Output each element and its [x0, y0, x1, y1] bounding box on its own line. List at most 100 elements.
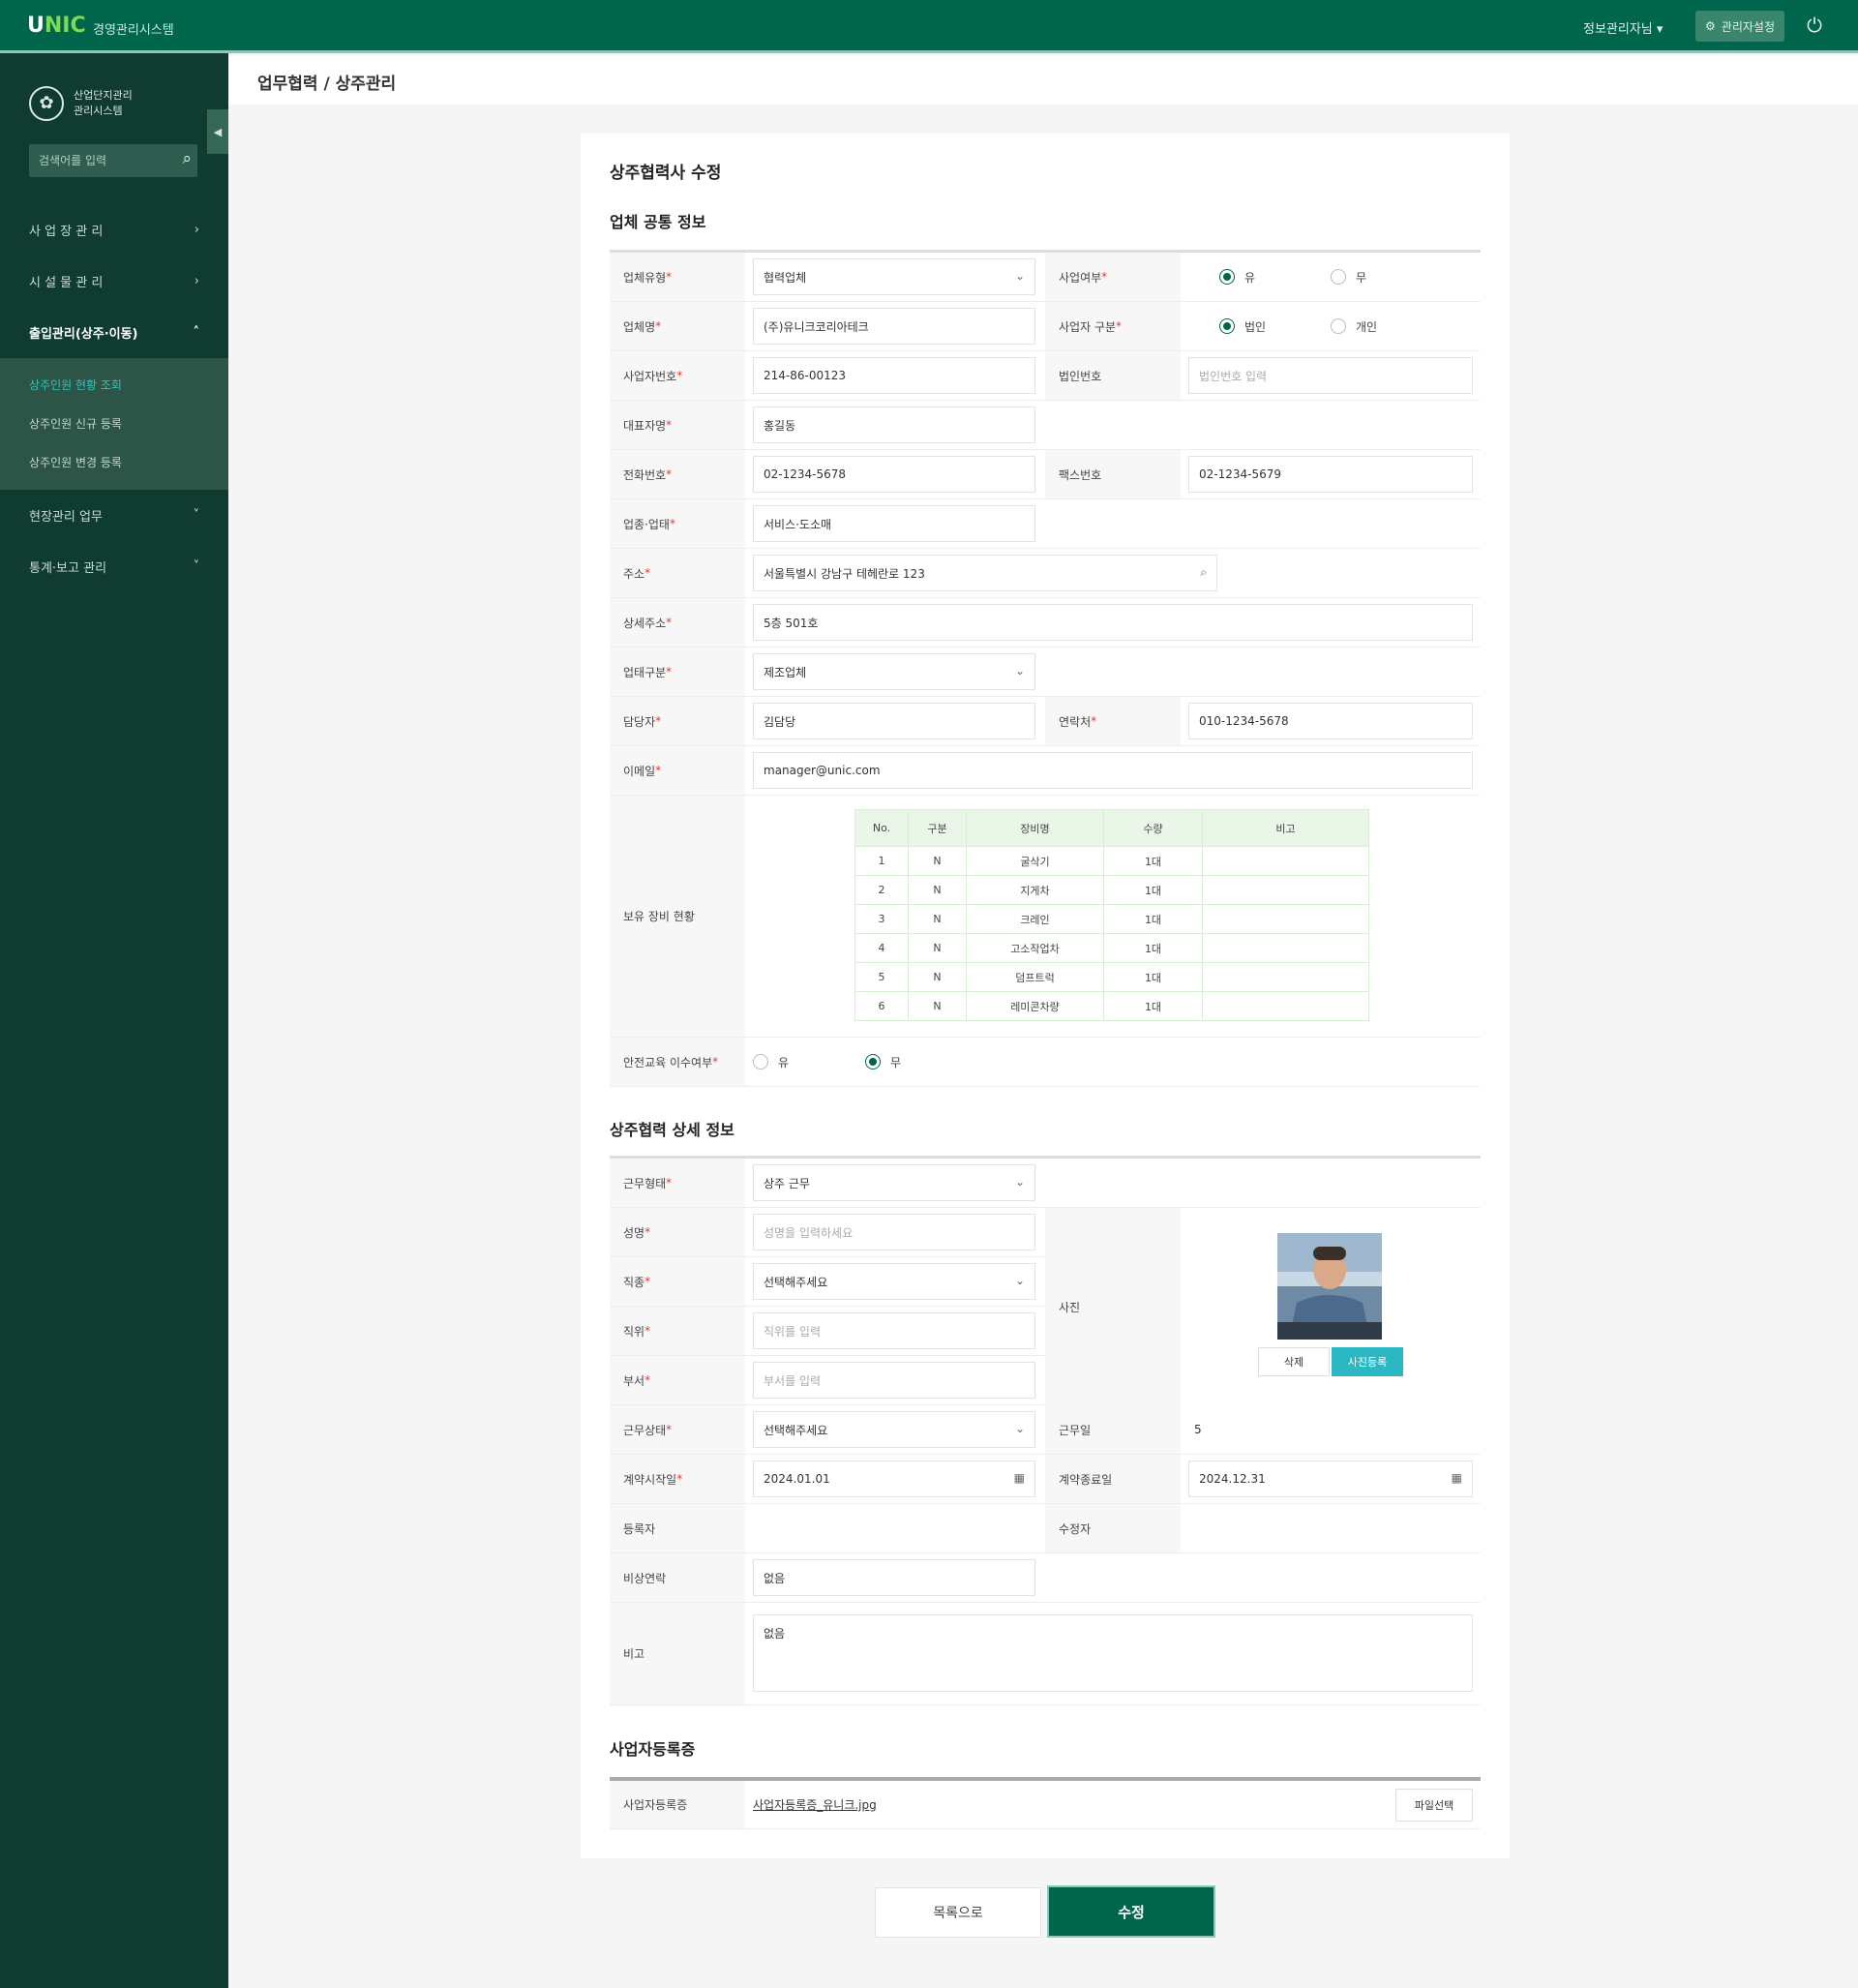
status-label: 근무상태 — [610, 1405, 745, 1454]
company-name-input[interactable]: (주)유니크코리아테크 — [753, 308, 1035, 345]
worker-type-label: 근무형태 — [610, 1159, 745, 1207]
ownership-yes-option[interactable]: 유 — [1219, 253, 1255, 301]
sidebar-search-input[interactable] — [29, 144, 165, 177]
search-icon[interactable]: ⌕ — [1200, 565, 1207, 580]
chevron-right-icon: › — [194, 223, 199, 237]
safety-no-option[interactable]: 무 — [865, 1038, 901, 1086]
sidebar-subitem-new[interactable]: 상주인원 신규 등록 — [0, 405, 228, 443]
emergency-contact-input[interactable]: 없음 — [753, 1559, 1035, 1596]
save-button[interactable]: 수정 — [1047, 1885, 1215, 1938]
radio-checked-icon — [1219, 269, 1235, 285]
position-input[interactable]: 직위를 입력 — [753, 1312, 1035, 1349]
table-header: 장비명 — [966, 809, 1104, 847]
user-menu[interactable]: 정보관리자님 ▾ — [1583, 18, 1663, 37]
row-safety: 안전교육 이수여부 유 무 — [610, 1038, 1481, 1087]
admin-settings-button[interactable]: ⚙ 관리자설정 — [1695, 11, 1784, 42]
logout-icon[interactable]: ⏻ — [1800, 14, 1829, 39]
biz-type-corp-option[interactable]: 법인 — [1219, 302, 1266, 350]
work-days-label: 근무일 — [1045, 1405, 1181, 1454]
app-subtitle: 경영관리시스템 — [93, 23, 174, 38]
address-detail-label: 상세주소 — [610, 598, 745, 647]
sidebar-item-business[interactable]: 사 업 장 관 리 › — [0, 204, 228, 256]
manager-label: 담당자 — [610, 697, 745, 745]
search-icon[interactable]: ⌕ — [182, 149, 192, 168]
sidebar-submenu: 상주인원 현황 조회 상주인원 신규 등록 상주인원 변경 등록 — [0, 358, 228, 490]
safety-yes-option[interactable]: 유 — [753, 1038, 789, 1086]
license-label: 업종·업태 — [610, 499, 745, 548]
row-company-type: 업체유형 협력업체⌄ 사업여부 유 무 — [610, 253, 1481, 302]
ownership-label: 사업여부 — [1045, 253, 1181, 301]
back-to-list-button[interactable]: 목록으로 — [875, 1887, 1041, 1938]
ceo-input[interactable]: 홍길동 — [753, 407, 1035, 443]
brand-line2: 관리시스템 — [74, 105, 123, 117]
row-email: 이메일 manager@unic.com — [610, 746, 1481, 796]
chevron-right-icon: › — [194, 274, 199, 288]
table-header: 구분 — [908, 809, 967, 847]
file-select-button[interactable]: 파일선택 — [1395, 1789, 1473, 1822]
radio-unchecked-icon — [753, 1054, 768, 1069]
address-input[interactable]: 서울특별시 강남구 테헤란로 123 ⌕ — [753, 555, 1217, 591]
row-registrar: 등록자 수정자 — [610, 1504, 1481, 1553]
email-input[interactable]: manager@unic.com — [753, 752, 1473, 789]
corp-no-input[interactable]: 법인번호 입력 — [1188, 357, 1473, 394]
biz-no-input[interactable]: 214-86-00123 — [753, 357, 1035, 394]
end-date-input[interactable]: 2024.12.31 ▦ — [1188, 1461, 1473, 1497]
row-contract: 계약시작일 2024.01.01▦ 계약종료일 2024.12.31▦ — [610, 1455, 1481, 1504]
row-equipment: 보유 장비 현황 No. 구분 장비명 수량 비고 1 N 굴삭기 1대 2 N 지게차 1… — [610, 796, 1481, 1038]
license-input[interactable]: 서비스·도소매 — [753, 505, 1035, 542]
section-title-detail: 상주협력 상세 정보 — [610, 1121, 734, 1139]
row-contact: 비상연락 없음 — [610, 1553, 1481, 1603]
row-position: 직위 직위를 입력 — [610, 1307, 1045, 1356]
sidebar-collapse-button[interactable]: ◀ — [207, 109, 228, 154]
row-manager: 담당자 김담당 연락처 010-1234-5678 — [610, 697, 1481, 746]
row-phone: 전화번호 02-1234-5678 팩스번호 02-1234-5679 — [610, 450, 1481, 499]
start-date-input[interactable]: 2024.01.01 ▦ — [753, 1461, 1035, 1497]
sidebar-menu: 사 업 장 관 리 › 시 설 물 관 리 › 출입관리(상주·이동) ˄ 상주인원 … — [0, 204, 228, 592]
category-label: 업태구분 — [610, 648, 745, 696]
row-worker-name: 성명 성명을 입력하세요 — [610, 1208, 1045, 1257]
sidebar-item-facility[interactable]: 시 설 물 관 리 › — [0, 256, 228, 307]
biz-file-link[interactable]: 사업자등록증_유니크.jpg — [753, 1781, 877, 1828]
sidebar-item-stats[interactable]: 통계·보고 관리 ˅ — [0, 541, 228, 592]
status-select[interactable]: 선택해주세요 ⌄ — [753, 1411, 1035, 1448]
sidebar-subitem-change[interactable]: 상주인원 변경 등록 — [0, 443, 228, 482]
worker-type-select[interactable]: 상주 근무 ⌄ — [753, 1164, 1035, 1201]
photo-delete-button[interactable]: 삭제 — [1258, 1347, 1330, 1376]
company-type-select[interactable]: 협력업체 ⌄ — [753, 258, 1035, 295]
fax-input[interactable]: 02-1234-5679 — [1188, 456, 1473, 493]
calendar-icon[interactable]: ▦ — [1452, 1471, 1462, 1485]
breadcrumb: 업무협력 / 상주관리 — [257, 75, 397, 94]
app-logo[interactable]: UNIC — [27, 14, 86, 38]
chevron-down-icon: ⌄ — [1014, 1422, 1025, 1435]
start-date-label: 계약시작일 — [610, 1455, 745, 1503]
address-detail-input[interactable]: 5층 501호 — [753, 604, 1473, 641]
phone-label: 전화번호 — [610, 450, 745, 498]
note-textarea[interactable]: 없음 — [753, 1614, 1473, 1692]
row-biz-file: 사업자등록증 사업자등록증_유니크.jpg 파일선택 — [610, 1781, 1481, 1829]
worker-name-input[interactable]: 성명을 입력하세요 — [753, 1214, 1035, 1250]
company-type-label: 업체유형 — [610, 253, 745, 301]
photo-register-button[interactable]: 사진등록 — [1332, 1347, 1403, 1376]
manager-input[interactable]: 김담당 — [753, 703, 1035, 739]
equipment-label: 보유 장비 현황 — [610, 796, 745, 1037]
category-select[interactable]: 제조업체 ⌄ — [753, 653, 1035, 690]
biz-type-indiv-option[interactable]: 개인 — [1331, 302, 1377, 350]
work-type-select[interactable]: 선택해주세요 ⌄ — [753, 1263, 1035, 1300]
biz-type-label: 사업자 구분 — [1045, 302, 1181, 350]
row-address-detail: 상세주소 5층 501호 — [610, 598, 1481, 648]
emergency-contact-label: 비상연락 — [610, 1553, 745, 1602]
sidebar-item-field[interactable]: 현장관리 업무 ˅ — [0, 490, 228, 541]
brand-line1: 산업단지관리 — [74, 89, 133, 102]
manager-phone-label: 연락처 — [1045, 697, 1181, 745]
calendar-icon[interactable]: ▦ — [1014, 1471, 1025, 1485]
ownership-no-option[interactable]: 무 — [1331, 253, 1366, 301]
manager-phone-input[interactable]: 010-1234-5678 — [1188, 703, 1473, 739]
row-status: 근무상태 선택해주세요⌄ 근무일 5 — [610, 1405, 1481, 1455]
dept-input[interactable]: 부서를 입력 — [753, 1362, 1035, 1399]
sidebar-item-access[interactable]: 출입관리(상주·이동) ˄ — [0, 307, 228, 358]
sidebar-subitem-status[interactable]: 상주인원 현황 조회 — [0, 366, 228, 405]
phone-input[interactable]: 02-1234-5678 — [753, 456, 1035, 493]
sidebar-search: ⌕ — [29, 144, 197, 177]
fax-label: 팩스번호 — [1045, 450, 1181, 498]
row-note: 비고 없음 — [610, 1603, 1481, 1705]
